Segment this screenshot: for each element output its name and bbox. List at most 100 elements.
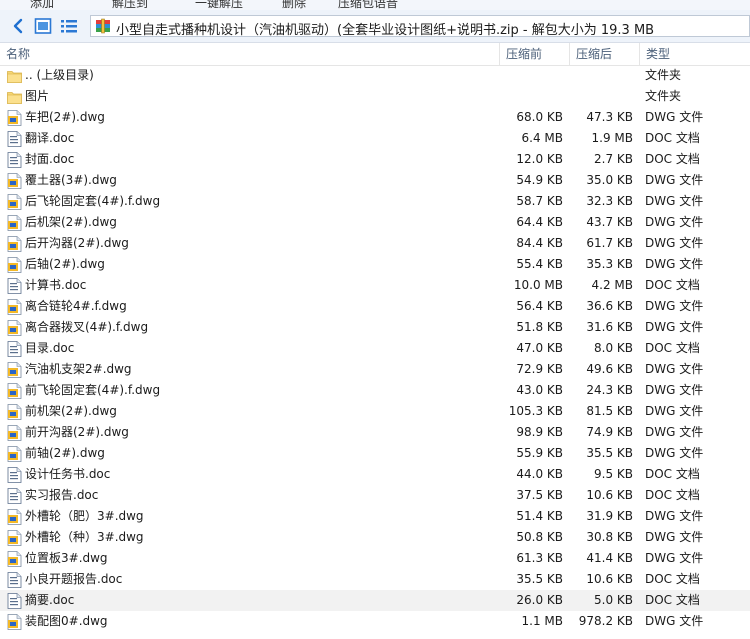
file-type: DOC 文档	[645, 488, 700, 502]
address-box[interactable]: 小型自走式播种机设计（汽油机驱动）(全套毕业设计图纸+说明书.zip - 解包大…	[90, 15, 750, 38]
file-compressed-size: 35.3 KB	[586, 257, 633, 271]
file-name: 摘要.doc	[25, 593, 75, 607]
file-row[interactable]: 摘要.doc 26.0 KB 5.0 KB DOC 文档	[0, 590, 750, 611]
archive-voice-button[interactable]: 压缩包语音	[338, 0, 398, 10]
dwg-file-icon	[7, 509, 22, 525]
file-compressed-size: 9.5 KB	[594, 467, 633, 481]
file-row[interactable]: 翻译.doc 6.4 MB 1.9 MB DOC 文档	[0, 128, 750, 149]
file-row[interactable]: 覆土器(3#).dwg 54.9 KB 35.0 KB DWG 文件	[0, 170, 750, 191]
file-original-size: 44.0 KB	[516, 467, 563, 481]
file-row[interactable]: 小良开题报告.doc 35.5 KB 10.6 KB DOC 文档	[0, 569, 750, 590]
column-compressed-size[interactable]: 压缩后	[570, 43, 640, 65]
dwg-file-icon	[7, 446, 22, 462]
file-original-size: 12.0 KB	[516, 152, 563, 166]
file-type: DWG 文件	[645, 320, 704, 334]
file-compressed-size: 24.3 KB	[586, 383, 633, 397]
file-row[interactable]: 前轴(2#).dwg 55.9 KB 35.5 KB DWG 文件	[0, 443, 750, 464]
file-row[interactable]: 装配图0#.dwg 1.1 MB 978.2 KB DWG 文件	[0, 611, 750, 632]
file-name: 计算书.doc	[25, 278, 87, 292]
file-row[interactable]: 后轴(2#).dwg 55.4 KB 35.3 KB DWG 文件	[0, 254, 750, 275]
dwg-file-icon	[7, 404, 22, 420]
doc-file-icon	[7, 131, 22, 147]
file-name: 前开沟器(2#).dwg	[25, 425, 129, 439]
file-type: DWG 文件	[645, 173, 704, 187]
file-name: 后轴(2#).dwg	[25, 257, 105, 271]
file-type: 文件夹	[645, 68, 682, 82]
column-packed-size[interactable]: 压缩前	[500, 43, 570, 65]
add-button[interactable]: 添加	[30, 0, 54, 10]
file-row[interactable]: 离合器拨叉(4#).f.dwg 51.8 KB 31.6 KB DWG 文件	[0, 317, 750, 338]
file-original-size: 54.9 KB	[516, 173, 563, 187]
file-name: 小良开题报告.doc	[25, 572, 123, 586]
file-type: DOC 文档	[645, 152, 700, 166]
file-row[interactable]: 车把(2#).dwg 68.0 KB 47.3 KB DWG 文件	[0, 107, 750, 128]
back-arrow-icon[interactable]	[10, 17, 28, 35]
folder-row[interactable]: .. (上级目录) 文件夹	[0, 65, 750, 86]
dwg-file-icon	[7, 194, 22, 210]
file-compressed-size: 4.2 MB	[591, 278, 633, 292]
file-type: DOC 文档	[645, 572, 700, 586]
extract-to-button[interactable]: 解压到	[112, 0, 148, 10]
file-row[interactable]: 外槽轮（肥）3#.dwg 51.4 KB 31.9 KB DWG 文件	[0, 506, 750, 527]
file-compressed-size: 30.8 KB	[586, 530, 633, 544]
doc-file-icon	[7, 152, 22, 168]
file-type: DOC 文档	[645, 467, 700, 481]
file-compressed-size: 43.7 KB	[586, 215, 633, 229]
file-list: .. (上级目录) 文件夹 图片 文件夹 车把(2#).dwg 68.0 KB 47.3 K…	[0, 65, 750, 632]
file-row[interactable]: 前飞轮固定套(4#).f.dwg 43.0 KB 24.3 KB DWG 文件	[0, 380, 750, 401]
file-type: DWG 文件	[645, 404, 704, 418]
file-name: 外槽轮（种）3#.dwg	[25, 530, 144, 544]
file-original-size: 55.9 KB	[516, 446, 563, 460]
file-row[interactable]: 外槽轮（种）3#.dwg 50.8 KB 30.8 KB DWG 文件	[0, 527, 750, 548]
dwg-file-icon	[7, 383, 22, 399]
one-click-extract-button[interactable]: 一键解压	[195, 0, 243, 10]
file-row[interactable]: 目录.doc 47.0 KB 8.0 KB DOC 文档	[0, 338, 750, 359]
column-type[interactable]: 类型	[640, 43, 750, 65]
view-mode-icon[interactable]	[34, 17, 52, 35]
file-name: 离合链轮4#.f.dwg	[25, 299, 127, 313]
file-row[interactable]: 计算书.doc 10.0 MB 4.2 MB DOC 文档	[0, 275, 750, 296]
file-type: DWG 文件	[645, 194, 704, 208]
column-name[interactable]: 名称	[0, 43, 500, 65]
file-name: 前轴(2#).dwg	[25, 446, 105, 460]
file-original-size: 43.0 KB	[516, 383, 563, 397]
file-name: 前机架(2#).dwg	[25, 404, 117, 418]
file-original-size: 10.0 MB	[513, 278, 563, 292]
file-compressed-size: 35.5 KB	[586, 446, 633, 460]
file-compressed-size: 978.2 KB	[578, 614, 633, 628]
file-compressed-size: 10.6 KB	[586, 572, 633, 586]
list-view-icon[interactable]	[60, 17, 78, 35]
file-row[interactable]: 离合链轮4#.f.dwg 56.4 KB 36.6 KB DWG 文件	[0, 296, 750, 317]
file-row[interactable]: 汽油机支架2#.dwg 72.9 KB 49.6 KB DWG 文件	[0, 359, 750, 380]
file-type: DWG 文件	[645, 551, 704, 565]
file-row[interactable]: 后机架(2#).dwg 64.4 KB 43.7 KB DWG 文件	[0, 212, 750, 233]
file-type: DWG 文件	[645, 257, 704, 271]
dwg-file-icon	[7, 173, 22, 189]
file-original-size: 58.7 KB	[516, 194, 563, 208]
file-original-size: 37.5 KB	[516, 488, 563, 502]
file-type: DWG 文件	[645, 425, 704, 439]
folder-row[interactable]: 图片 文件夹	[0, 86, 750, 107]
file-row[interactable]: 设计任务书.doc 44.0 KB 9.5 KB DOC 文档	[0, 464, 750, 485]
file-row[interactable]: 后开沟器(2#).dwg 84.4 KB 61.7 KB DWG 文件	[0, 233, 750, 254]
file-type: DWG 文件	[645, 215, 704, 229]
file-name: 后飞轮固定套(4#).f.dwg	[25, 194, 161, 208]
file-compressed-size: 41.4 KB	[586, 551, 633, 565]
file-row[interactable]: 前机架(2#).dwg 105.3 KB 81.5 KB DWG 文件	[0, 401, 750, 422]
delete-button[interactable]: 删除	[282, 0, 306, 10]
file-compressed-size: 2.7 KB	[594, 152, 633, 166]
file-compressed-size: 36.6 KB	[586, 299, 633, 313]
toolbar: 添加 解压到 一键解压 删除 压缩包语音	[0, 0, 750, 10]
file-row[interactable]: 封面.doc 12.0 KB 2.7 KB DOC 文档	[0, 149, 750, 170]
file-original-size: 51.4 KB	[516, 509, 563, 523]
file-row[interactable]: 实习报告.doc 37.5 KB 10.6 KB DOC 文档	[0, 485, 750, 506]
file-type: DOC 文档	[645, 131, 700, 145]
file-row[interactable]: 后飞轮固定套(4#).f.dwg 58.7 KB 32.3 KB DWG 文件	[0, 191, 750, 212]
doc-file-icon	[7, 467, 22, 483]
file-original-size: 55.4 KB	[516, 257, 563, 271]
dwg-file-icon	[7, 215, 22, 231]
file-row[interactable]: 前开沟器(2#).dwg 98.9 KB 74.9 KB DWG 文件	[0, 422, 750, 443]
folder-icon	[7, 68, 22, 84]
file-original-size: 84.4 KB	[516, 236, 563, 250]
file-row[interactable]: 位置板3#.dwg 61.3 KB 41.4 KB DWG 文件	[0, 548, 750, 569]
